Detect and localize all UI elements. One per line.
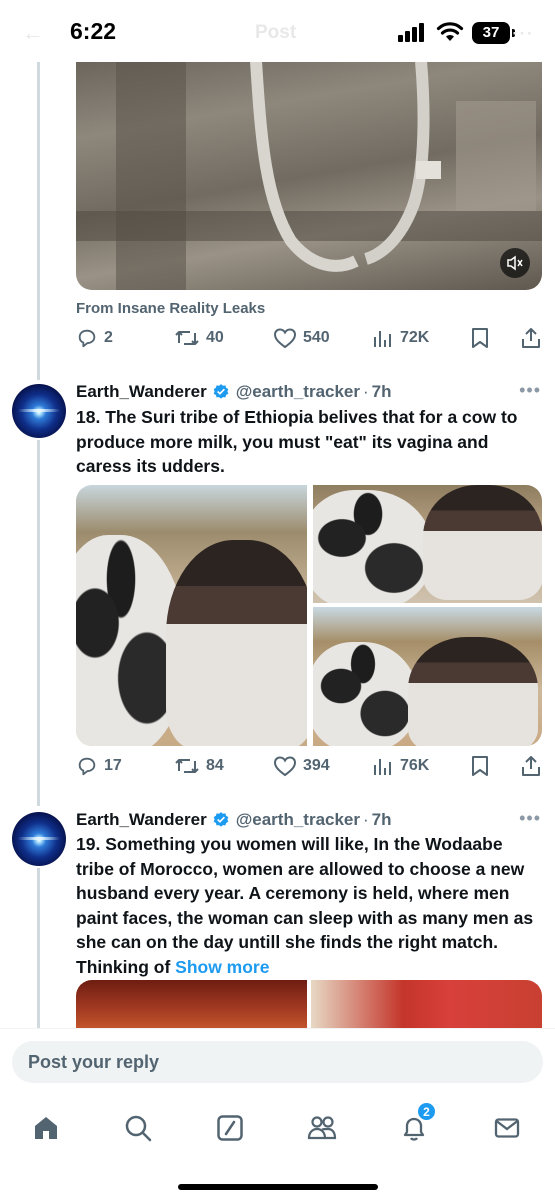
tweet-actions: 17 84 394 76K [76,755,544,781]
home-indicator [178,1184,378,1190]
verified-badge-icon [212,383,230,401]
grok-icon [217,1115,243,1141]
tweet-photo[interactable] [313,607,542,746]
notifications-badge: 2 [417,1102,436,1121]
more-options-icon[interactable]: ••• [519,808,541,829]
reply-input[interactable]: Post your reply [12,1041,543,1083]
tweet-header: Earth_Wanderer @earth_tracker · 7h [76,810,392,830]
header-title: Post [255,22,297,43]
display-name[interactable]: Earth_Wanderer [76,810,207,830]
header-more-icon[interactable]: ⋯ [511,20,533,46]
mail-icon [494,1118,520,1138]
tweet-photo[interactable] [313,485,542,603]
tweet-photo[interactable] [311,980,542,1028]
tweet-text: 19. Something you women will like, In th… [76,834,534,977]
nav-notifications[interactable]: 2 [394,1102,436,1148]
battery-icon: 37 [472,22,510,44]
verified-badge-icon [212,811,230,829]
more-options-icon[interactable]: ••• [519,380,541,401]
home-icon [35,1117,57,1139]
tweet-actions: 2 40 540 72K [76,327,544,353]
nav-home[interactable] [26,1108,66,1148]
repost-icon [175,331,199,345]
show-more-link[interactable]: Show more [175,957,269,977]
search-icon [125,1115,152,1142]
mute-button[interactable] [500,248,530,278]
nav-messages[interactable] [487,1108,527,1148]
share-button[interactable] [520,327,542,349]
tweet-text: 18. The Suri tribe of Ethiopia belives t… [76,407,518,476]
like-button[interactable]: 540 [273,327,330,349]
reply-icon [78,329,96,348]
tweet-video[interactable] [76,61,542,290]
repost-button[interactable]: 40 [174,327,224,349]
views-button[interactable]: 72K [372,327,429,349]
tweet-header: Earth_Wanderer @earth_tracker · 7h [76,382,392,402]
video-frame [76,61,542,290]
tweet-photo[interactable] [76,485,307,746]
bookmark-icon [472,328,488,348]
bookmark-button[interactable] [470,755,490,777]
thread-line [37,868,40,1028]
reply-icon [78,757,96,776]
like-button[interactable]: 394 [273,755,330,777]
tweet-photo-grid [76,485,542,746]
share-icon [522,756,540,776]
cellular-signal-icon [398,22,428,47]
repost-icon [175,759,199,773]
video-source-attribution[interactable]: From Insane Reality Leaks [76,300,265,317]
views-button[interactable]: 76K [372,755,429,777]
avatar[interactable] [12,812,66,866]
tweet-photo[interactable] [76,980,307,1028]
reply-composer: Post your reply [0,1028,555,1092]
share-icon [522,328,540,348]
tweet-photo-grid [76,980,542,1028]
nav-communities[interactable] [302,1108,342,1148]
back-arrow-icon[interactable]: ← [22,20,44,46]
speaker-muted-icon [507,255,523,271]
user-handle[interactable]: @earth_tracker [236,810,360,830]
communities-icon [307,1116,337,1140]
nav-search[interactable] [118,1108,158,1148]
heart-icon [273,328,297,349]
display-name[interactable]: Earth_Wanderer [76,382,207,402]
share-button[interactable] [520,755,542,777]
reply-button[interactable]: 2 [76,327,113,349]
bookmark-button[interactable] [470,327,490,349]
thread-line [37,62,40,380]
wifi-icon [436,21,464,48]
analytics-icon [374,331,391,347]
nav-grok[interactable] [210,1108,250,1148]
thread-line [37,440,40,806]
status-bar: ← 6:22 Post 37 ⋯ [0,0,555,62]
reply-button[interactable]: 17 [76,755,122,777]
user-handle[interactable]: @earth_tracker [236,382,360,402]
analytics-icon [374,759,391,775]
bookmark-icon [472,756,488,776]
status-time: 6:22 [70,18,117,44]
repost-button[interactable]: 84 [174,755,224,777]
avatar[interactable] [12,384,66,438]
timestamp[interactable]: 7h [372,382,392,402]
heart-icon [273,756,297,777]
timestamp[interactable]: 7h [372,810,392,830]
